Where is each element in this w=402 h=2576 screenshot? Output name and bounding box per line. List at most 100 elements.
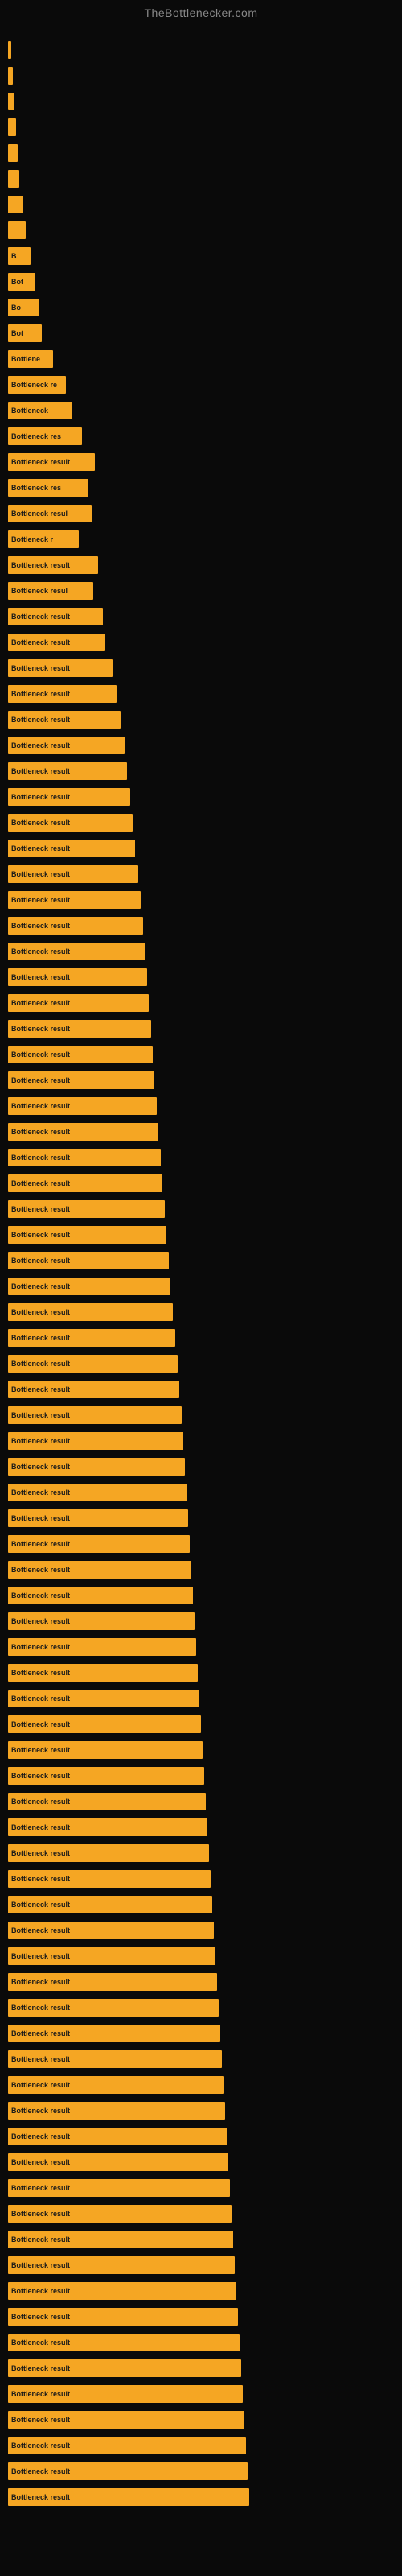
bar: Bottleneck result xyxy=(8,994,149,1012)
bar-label: Bottleneck result xyxy=(11,1179,70,1187)
bar-row: Bottleneck result xyxy=(8,760,394,782)
bar-row: Bottleneck result xyxy=(8,1558,394,1581)
bar: Bottleneck result xyxy=(8,1303,173,1321)
bar-row: Bottleneck result xyxy=(8,1893,394,1916)
bar-label: Bottleneck result xyxy=(11,2210,70,2218)
bar-row: Bottleneck result xyxy=(8,1301,394,1323)
bar: Bottleneck result xyxy=(8,1638,196,1656)
bar-row: Bottleneck result xyxy=(8,2099,394,2122)
bar: Bottleneck result xyxy=(8,2153,228,2171)
bar-label: Bottleneck result xyxy=(11,2235,70,2244)
bar-row: Bottleneck result xyxy=(8,2074,394,2096)
bar-label: Bottleneck result xyxy=(11,1823,70,1831)
bar-label: Bottleneck result xyxy=(11,2339,70,2347)
bar-row xyxy=(8,64,394,87)
bar: Bottleneck result xyxy=(8,2462,248,2480)
bar-label: Bottleneck result xyxy=(11,613,70,621)
bar: Bottleneck result xyxy=(8,788,130,806)
bar-label: Bottleneck result xyxy=(11,1643,70,1651)
bar-row: Bottleneck result xyxy=(8,1996,394,2019)
bar: Bottleneck res xyxy=(8,427,82,445)
bar-row: Bottleneck result xyxy=(8,1249,394,1272)
bar-row: Bottleneck result xyxy=(8,1224,394,1246)
bar-label: Bottleneck result xyxy=(11,741,70,749)
bar-label: Bottleneck result xyxy=(11,1540,70,1548)
bar-row xyxy=(8,39,394,61)
bar-label: Bottleneck result xyxy=(11,2313,70,2321)
bar: Bottleneck result xyxy=(8,1741,203,1759)
bar-label: Bottleneck result xyxy=(11,1282,70,1290)
bar-row: Bottleneck result xyxy=(8,1610,394,1633)
bar: Bottleneck result xyxy=(8,2128,227,2145)
bar-row: Bottleneck result xyxy=(8,2486,394,2508)
bar xyxy=(8,170,19,188)
bar-row: Bottleneck result xyxy=(8,1919,394,1942)
bar-row xyxy=(8,142,394,164)
bar: Bottleneck result xyxy=(8,2179,230,2197)
bar-row: Bottleneck result xyxy=(8,605,394,628)
bar-row: Bottleneck result xyxy=(8,631,394,654)
bar xyxy=(8,118,16,136)
bar-label: Bottleneck result xyxy=(11,1102,70,1110)
bar-row: Bottleneck r xyxy=(8,528,394,551)
bar: Bottleneck result xyxy=(8,1973,217,1991)
bar-row: Bottleneck result xyxy=(8,786,394,808)
bar-row: Bottleneck result xyxy=(8,1790,394,1813)
bar-label: Bottlene xyxy=(11,355,40,363)
bar: Bottleneck result xyxy=(8,2025,220,2042)
bar: Bottleneck result xyxy=(8,1818,207,1836)
bar: Bottleneck result xyxy=(8,2359,241,2377)
bar-row: Bottleneck result xyxy=(8,1584,394,1607)
bar: Bottleneck result xyxy=(8,2488,249,2506)
bar-row: Bottleneck resul xyxy=(8,502,394,525)
bar-row: Bottleneck result xyxy=(8,1739,394,1761)
bar: Bottleneck result xyxy=(8,2050,222,2068)
bar-label: Bottleneck result xyxy=(11,999,70,1007)
bar xyxy=(8,67,13,85)
bar-label: Bottleneck r xyxy=(11,535,53,543)
bar-row: Bottleneck result xyxy=(8,683,394,705)
bar: B xyxy=(8,247,31,265)
bar-row: Bottleneck res xyxy=(8,477,394,499)
bar xyxy=(8,196,23,213)
bar: Bottleneck result xyxy=(8,1123,158,1141)
bar-row: Bottleneck result xyxy=(8,1662,394,1684)
bar: Bottleneck result xyxy=(8,814,133,832)
bar-label: Bottleneck result xyxy=(11,1488,70,1496)
bar-label: Bottleneck result xyxy=(11,1385,70,1393)
bar: Bottleneck result xyxy=(8,1381,179,1398)
bar: Bottleneck resul xyxy=(8,582,93,600)
bar-row: Bottleneck result xyxy=(8,2357,394,2380)
bar: Bottleneck result xyxy=(8,1278,170,1295)
bar-label: Bottleneck result xyxy=(11,947,70,956)
bar: Bottleneck result xyxy=(8,1715,201,1733)
bar-label: Bottleneck result xyxy=(11,1798,70,1806)
bar-row: Bottleneck result xyxy=(8,811,394,834)
bar-label: Bottleneck result xyxy=(11,1669,70,1677)
bar-row: Bottleneck result xyxy=(8,914,394,937)
bar-label: Bottleneck result xyxy=(11,1437,70,1445)
bar-label: Bottleneck result xyxy=(11,1849,70,1857)
bar-label: Bottleneck result xyxy=(11,1978,70,1986)
bar: Bottleneck result xyxy=(8,2205,232,2223)
bar-row: Bottleneck result xyxy=(8,2280,394,2302)
bar-label: Bottleneck result xyxy=(11,1566,70,1574)
bar-row: Bottleneck result xyxy=(8,1378,394,1401)
bar-row: Bottleneck result xyxy=(8,708,394,731)
bar-label: Bottleneck result xyxy=(11,1901,70,1909)
bar xyxy=(8,144,18,162)
bar-label: Bot xyxy=(11,278,23,286)
bar-row: B xyxy=(8,245,394,267)
bar-row: Bottleneck xyxy=(8,399,394,422)
bar-label: Bot xyxy=(11,329,23,337)
bar-label: Bottleneck result xyxy=(11,1051,70,1059)
bar-row: Bottleneck result xyxy=(8,1481,394,1504)
bar: Bottleneck result xyxy=(8,1690,199,1707)
bar-row: Bottleneck result xyxy=(8,2460,394,2483)
bar-row xyxy=(8,167,394,190)
bar-label: Bottleneck result xyxy=(11,1695,70,1703)
bar-row: Bottleneck result xyxy=(8,1713,394,1736)
bar: Bottleneck result xyxy=(8,1896,212,1913)
bar-label: Bottleneck result xyxy=(11,2287,70,2295)
bar-label: Bottleneck result xyxy=(11,2055,70,2063)
